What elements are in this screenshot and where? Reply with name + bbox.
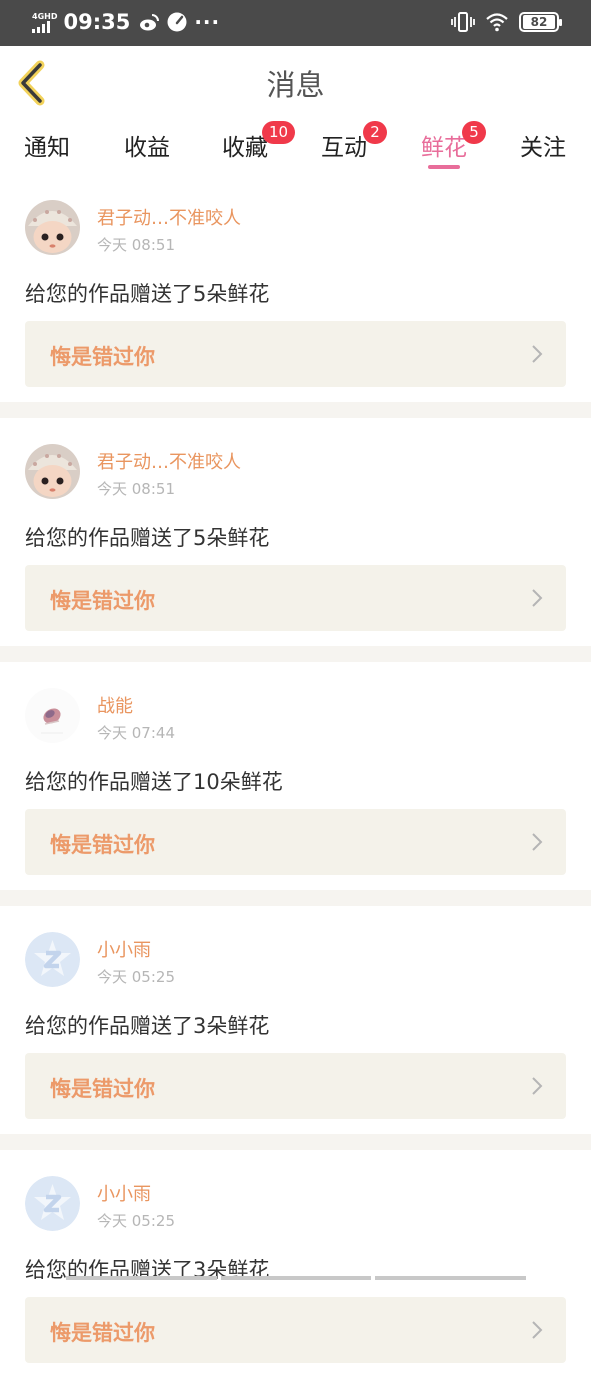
chevron-right-icon	[532, 1321, 543, 1339]
status-bar: 4GHD 09:35 ··· 82	[0, 0, 591, 46]
divider	[0, 402, 591, 418]
tab-label: 通知	[24, 135, 70, 161]
app-header: 消息	[0, 46, 591, 118]
doll-avatar-icon	[25, 444, 80, 499]
unread-badge: 10	[262, 121, 296, 144]
list-item: 战能 今天 07:44 给您的作品赠送了10朵鲜花 悔是错过你	[0, 662, 591, 890]
message-text: 给您的作品赠送了10朵鲜花	[25, 770, 283, 794]
more-notifications-icon: ···	[194, 10, 221, 34]
tab-label: 互动	[321, 135, 367, 161]
work-link[interactable]: 悔是错过你	[25, 1297, 566, 1363]
battery-icon: 82	[519, 12, 562, 32]
tab-favorites[interactable]: 收藏 10	[222, 121, 296, 162]
tab-earnings[interactable]: 收益	[124, 128, 170, 162]
sender-name[interactable]: 君子动…不准咬人	[97, 448, 241, 474]
list-item: 小小雨 今天 05:25 给您的作品赠送了3朵鲜花 悔是错过你	[0, 906, 591, 1134]
vibrate-icon	[451, 12, 475, 32]
work-link[interactable]: 悔是错过你	[25, 565, 566, 631]
timestamp: 今天 05:25	[97, 968, 175, 986]
tab-notifications[interactable]: 通知	[24, 128, 70, 162]
sender-name[interactable]: 小小雨	[97, 936, 151, 962]
gauge-icon	[167, 12, 187, 32]
tab-label: 收益	[124, 135, 170, 161]
divider	[0, 890, 591, 906]
unread-badge: 2	[363, 121, 387, 144]
work-link[interactable]: 悔是错过你	[25, 321, 566, 387]
timestamp: 今天 05:25	[97, 1212, 175, 1230]
list-item: 君子动…不准咬人 今天 08:51 给您的作品赠送了5朵鲜花 悔是错过你	[0, 418, 591, 646]
list-item: 君子动…不准咬人 今天 08:51 给您的作品赠送了5朵鲜花 悔是错过你	[0, 174, 591, 402]
avatar[interactable]	[25, 688, 80, 743]
default-z-avatar-icon	[25, 1176, 80, 1231]
timestamp: 今天 08:51	[97, 480, 175, 498]
avatar[interactable]	[25, 200, 80, 255]
unread-badge: 5	[462, 121, 486, 144]
battery-level: 82	[523, 15, 555, 29]
tab-label: 鲜花	[421, 135, 467, 161]
chevron-right-icon	[532, 833, 543, 851]
work-title: 悔是错过你	[50, 345, 155, 369]
active-tab-indicator	[428, 165, 460, 169]
work-title: 悔是错过你	[50, 1321, 155, 1345]
work-title: 悔是错过你	[50, 833, 155, 857]
timestamp: 今天 08:51	[97, 236, 175, 254]
wifi-icon	[486, 13, 508, 32]
message-tabs: 通知 收益 收藏 10 互动 2 鲜花 5 关注	[0, 118, 591, 174]
network-type: 4GHD	[32, 11, 58, 21]
weibo-icon	[140, 14, 160, 31]
chevron-right-icon	[532, 589, 543, 607]
message-text: 给您的作品赠送了5朵鲜花	[25, 526, 270, 550]
tab-label: 关注	[520, 135, 566, 161]
avatar[interactable]	[25, 1176, 80, 1231]
page-title: 消息	[266, 68, 325, 102]
work-title: 悔是错过你	[50, 589, 155, 613]
doll-avatar-icon	[25, 200, 80, 255]
bottom-scroll-hint	[66, 1276, 527, 1280]
work-title: 悔是错过你	[50, 1077, 155, 1101]
divider	[0, 646, 591, 662]
list-item: 小小雨 今天 05:25 给您的作品赠送了3朵鲜花 悔是错过你	[0, 1150, 591, 1378]
default-z-avatar-icon	[25, 932, 80, 987]
status-time: 09:35	[63, 10, 131, 34]
timestamp: 今天 07:44	[97, 724, 175, 742]
work-link[interactable]: 悔是错过你	[25, 809, 566, 875]
cellular-signal-icon: 4GHD	[32, 12, 57, 33]
avatar[interactable]	[25, 444, 80, 499]
sender-name[interactable]: 小小雨	[97, 1180, 151, 1206]
sender-name[interactable]: 君子动…不准咬人	[97, 204, 241, 230]
work-link[interactable]: 悔是错过你	[25, 1053, 566, 1119]
tab-interactions[interactable]: 互动 2	[321, 121, 387, 162]
message-text: 给您的作品赠送了3朵鲜花	[25, 1014, 270, 1038]
tab-label: 收藏	[222, 135, 268, 161]
message-text: 给您的作品赠送了5朵鲜花	[25, 282, 270, 306]
tab-following[interactable]: 关注	[520, 128, 566, 162]
flower-message-list: 君子动…不准咬人 今天 08:51 给您的作品赠送了5朵鲜花 悔是错过你 君子动…	[0, 174, 591, 1378]
avatar[interactable]	[25, 932, 80, 987]
chevron-right-icon	[532, 345, 543, 363]
divider	[0, 1134, 591, 1150]
chevron-right-icon	[532, 1077, 543, 1095]
sticker-avatar-icon	[25, 688, 80, 743]
sender-name[interactable]: 战能	[97, 692, 133, 718]
tab-flowers[interactable]: 鲜花 5	[421, 121, 486, 162]
